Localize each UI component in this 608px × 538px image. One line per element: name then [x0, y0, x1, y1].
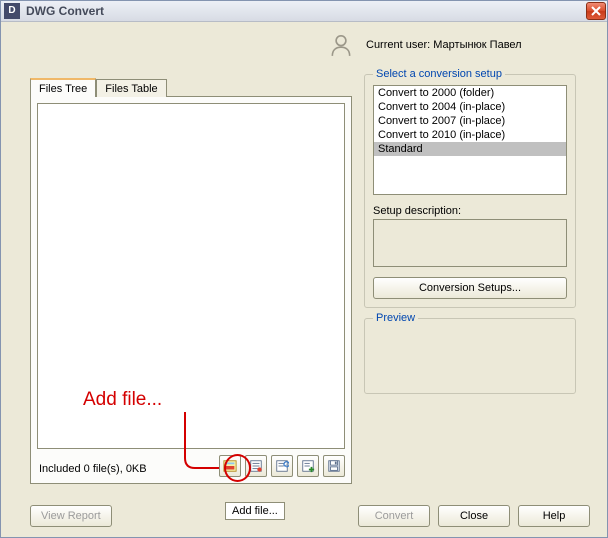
- view-report-button[interactable]: View Report: [30, 505, 112, 527]
- close-button[interactable]: Close: [438, 505, 510, 527]
- tab-files-tree[interactable]: Files Tree: [30, 78, 96, 97]
- list-button[interactable]: [245, 455, 267, 477]
- conversion-setup-item[interactable]: Standard: [374, 142, 566, 156]
- preview-group: Preview: [364, 318, 576, 394]
- files-pane: Add file... Included 0 file(s), 0KB: [30, 96, 352, 484]
- list-icon: [249, 459, 263, 473]
- save-button[interactable]: [323, 455, 345, 477]
- add-list-button[interactable]: [297, 455, 319, 477]
- preview-legend: Preview: [373, 312, 418, 324]
- refresh-list-button[interactable]: [271, 455, 293, 477]
- add-file-button[interactable]: [219, 455, 241, 477]
- close-window-button[interactable]: [586, 2, 606, 20]
- add-list-icon: [301, 459, 315, 473]
- setup-description-label: Setup description:: [373, 205, 567, 217]
- save-icon: [327, 459, 341, 473]
- conversion-setup-group: Select a conversion setup Convert to 200…: [364, 74, 576, 308]
- close-icon: [591, 6, 601, 16]
- current-user-row: Current user: Мартынюк Павел: [0, 28, 608, 62]
- conversion-setups-button[interactable]: Conversion Setups...: [373, 277, 567, 299]
- current-user-label: Current user: Мартынюк Павел: [366, 39, 522, 51]
- conversion-setup-item[interactable]: Convert to 2000 (folder): [374, 86, 566, 100]
- dialog-button-row: View Report Convert Close Help: [30, 504, 590, 528]
- convert-button[interactable]: Convert: [358, 505, 430, 527]
- conversion-setup-item[interactable]: Convert to 2007 (in-place): [374, 114, 566, 128]
- files-toolbar: [219, 455, 345, 477]
- files-status: Included 0 file(s), 0KB: [39, 463, 147, 475]
- setup-description-box: [373, 219, 567, 267]
- conversion-setup-item[interactable]: Convert to 2010 (in-place): [374, 128, 566, 142]
- conversion-setup-legend: Select a conversion setup: [373, 68, 505, 80]
- help-button[interactable]: Help: [518, 505, 590, 527]
- tab-files-table[interactable]: Files Table: [96, 79, 166, 97]
- titlebar: D DWG Convert: [0, 0, 608, 22]
- conversion-setup-item[interactable]: Convert to 2004 (in-place): [374, 100, 566, 114]
- files-tree-area[interactable]: [37, 103, 345, 449]
- user-icon: [328, 32, 354, 58]
- window-title: DWG Convert: [26, 4, 586, 18]
- conversion-setup-list[interactable]: Convert to 2000 (folder)Convert to 2004 …: [373, 85, 567, 195]
- add-file-icon: [223, 459, 237, 473]
- files-tab-strip: Files Tree Files Table: [30, 76, 352, 96]
- refresh-list-icon: [275, 459, 289, 473]
- app-icon: D: [4, 3, 20, 19]
